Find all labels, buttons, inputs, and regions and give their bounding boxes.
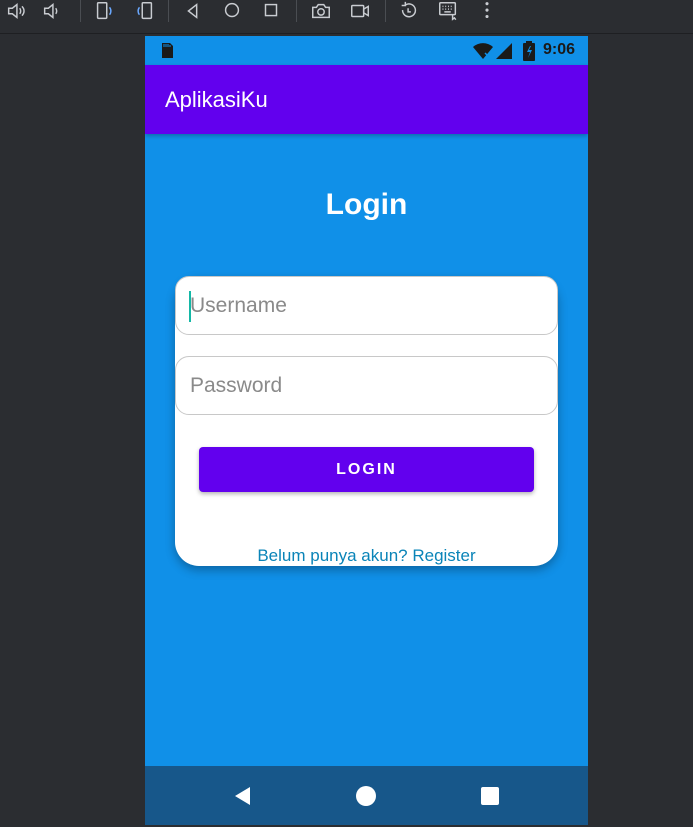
sd-card-icon bbox=[162, 43, 173, 58]
password-field[interactable]: Password bbox=[175, 356, 558, 415]
rotate-right-icon[interactable] bbox=[131, 0, 159, 22]
status-bar: 9:06 bbox=[145, 36, 588, 65]
password-placeholder: Password bbox=[190, 374, 283, 397]
back-icon[interactable] bbox=[179, 0, 207, 22]
screenshot-icon[interactable] bbox=[307, 0, 335, 22]
navigation-bar bbox=[145, 766, 588, 825]
username-field[interactable]: Username bbox=[175, 276, 558, 335]
login-button[interactable]: LOGIN bbox=[199, 447, 534, 492]
more-icon[interactable] bbox=[473, 0, 501, 22]
login-card: Username Password LOGIN Belum punya akun… bbox=[175, 276, 558, 566]
battery-icon bbox=[523, 41, 535, 61]
nav-recents-icon[interactable] bbox=[478, 784, 502, 808]
volume-down-icon[interactable] bbox=[38, 0, 66, 22]
device-screen: 9:06 AplikasiKu Login Username Password … bbox=[145, 36, 588, 825]
username-placeholder: Username bbox=[190, 294, 287, 317]
wifi-icon bbox=[473, 43, 493, 59]
toolbar-divider bbox=[385, 0, 386, 22]
register-link[interactable]: Belum punya akun? Register bbox=[175, 546, 558, 566]
nav-back-icon[interactable] bbox=[231, 784, 255, 808]
app-title: AplikasiKu bbox=[165, 87, 268, 112]
screen-record-icon[interactable] bbox=[346, 0, 374, 22]
toolbar-divider bbox=[80, 0, 81, 22]
overview-icon[interactable] bbox=[257, 0, 285, 22]
cellular-signal-icon bbox=[496, 43, 512, 59]
home-icon[interactable] bbox=[218, 0, 246, 22]
replay-icon[interactable] bbox=[395, 0, 423, 22]
rotate-left-icon[interactable] bbox=[90, 0, 118, 22]
toolbar-divider bbox=[296, 0, 297, 22]
volume-up-icon[interactable] bbox=[2, 0, 30, 22]
toolbar-divider bbox=[168, 0, 169, 22]
app-bar: AplikasiKu bbox=[145, 65, 588, 134]
status-time: 9:06 bbox=[543, 41, 576, 58]
emulator-toolbar bbox=[0, 0, 693, 34]
nav-home-icon[interactable] bbox=[354, 784, 378, 808]
login-heading: Login bbox=[325, 188, 408, 221]
keyboard-icon[interactable] bbox=[434, 0, 462, 22]
